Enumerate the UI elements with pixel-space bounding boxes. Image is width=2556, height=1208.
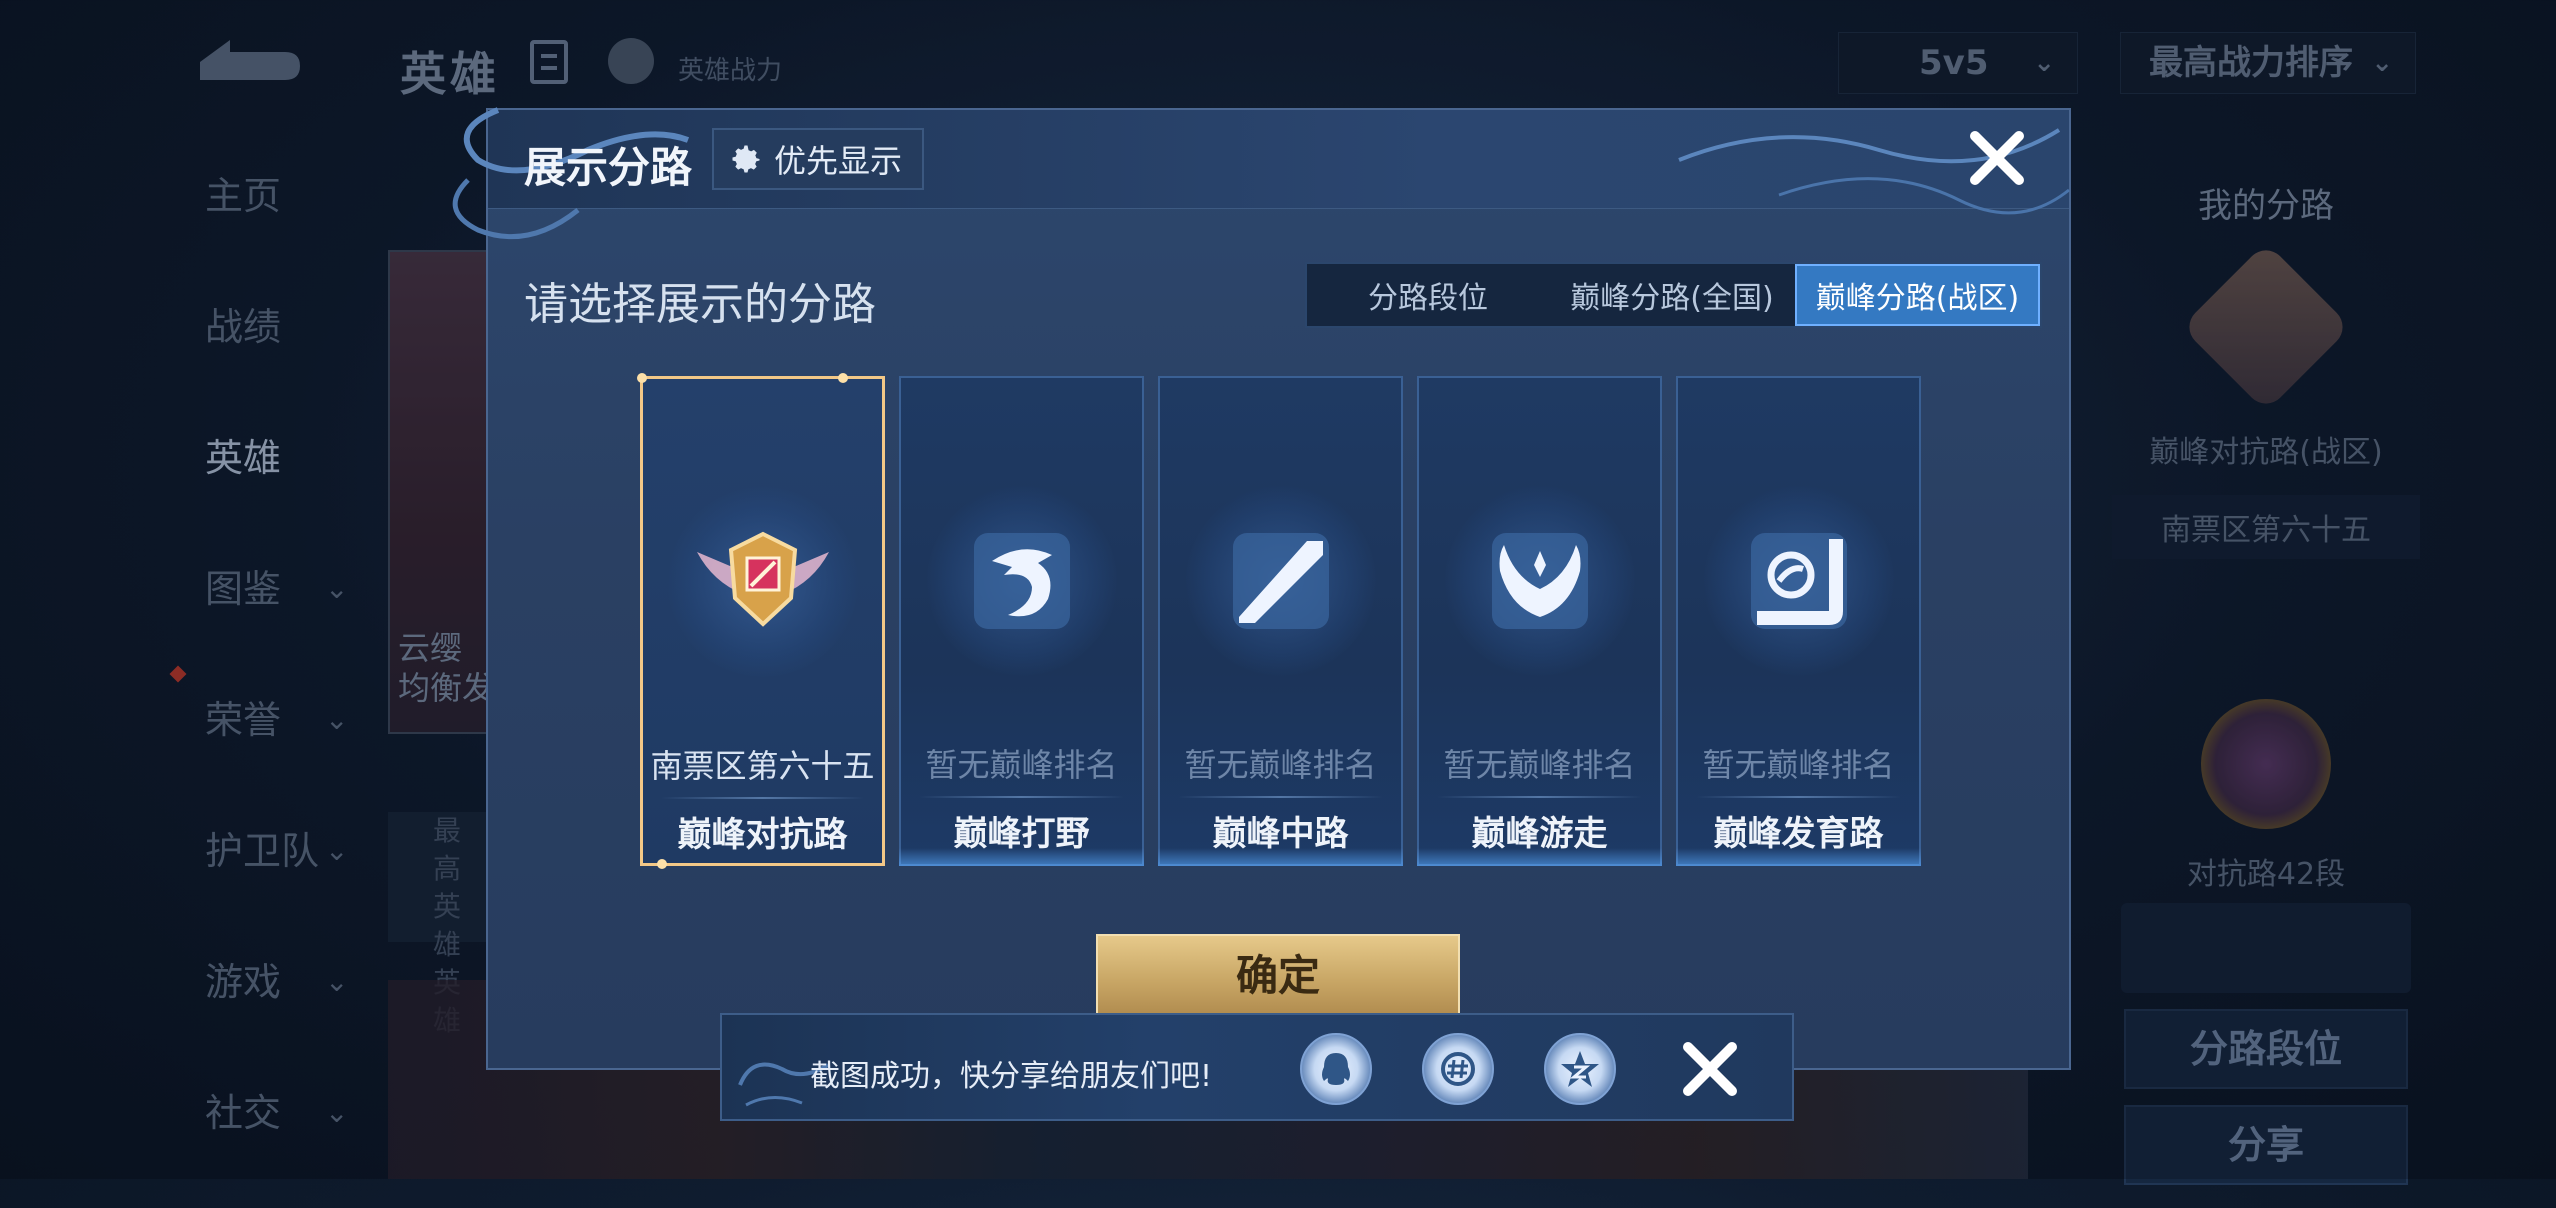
lane-card-top[interactable]: 南票区第六十五 巅峰对抗路 [637,373,885,869]
lane-cards: 南票区第六十五 巅峰对抗路 暂无巅峰排名 巅峰打野 暂无巅峰排名 巅峰中路 暂无… [637,373,1921,869]
bot-lane-icon [1750,533,1847,629]
tab-lane-rank[interactable]: 分路段位 [1307,264,1549,326]
screenshot-share-toast: 截图成功，快分享给朋友们吧! [720,1013,1794,1121]
wechat-icon [1441,1052,1475,1086]
tab-peak-national[interactable]: 巅峰分路(全国) [1549,264,1795,326]
lane-card-jungle[interactable]: 暂无巅峰排名 巅峰打野 [899,376,1144,866]
priority-display-label: 优先显示 [774,142,903,180]
corner-dot [838,373,848,383]
divider [919,796,1124,798]
lane-card-mid[interactable]: 暂无巅峰排名 巅峰中路 [1158,376,1403,866]
dialog-title: 展示分路 [524,143,693,192]
lane-card-bot[interactable]: 暂无巅峰排名 巅峰发育路 [1676,376,1921,866]
top-lane-emblem-icon [696,531,829,627]
lane-tabs: 分路段位 巅峰分路(全国) 巅峰分路(战区) [1305,262,2042,328]
lane-rank-text: 南票区第六十五 [650,747,875,785]
mid-lane-icon [1232,533,1329,629]
lane-icon-wrap [1703,486,1894,676]
tab-peak-zone[interactable]: 巅峰分路(战区) [1795,264,2040,326]
lane-card-glow [1676,848,1921,866]
lane-name: 巅峰对抗路 [677,815,848,855]
divider [1696,796,1901,798]
lane-card-roam[interactable]: 暂无巅峰排名 巅峰游走 [1417,376,1662,866]
jungle-dragon-icon [973,533,1070,629]
lane-icon-wrap [667,487,858,677]
select-lane-prompt: 请选择展示的分路 [524,279,876,330]
share-qq-button[interactable] [1300,1033,1372,1105]
confirm-button[interactable]: 确定 [1096,934,1460,1018]
roam-wings-icon [1491,533,1588,629]
lane-card-glow [899,848,1144,866]
lane-icon-wrap [1444,486,1635,676]
close-icon[interactable] [1965,126,2029,190]
qzone-icon [1561,1051,1599,1087]
lane-icon-wrap [926,486,1117,676]
show-lane-dialog: 展示分路 优先显示 请选择展示的分路 分路段位 巅峰分路(全国) 巅峰分路(战区… [452,107,2071,1070]
lane-rank-text: 暂无巅峰排名 [1184,746,1377,784]
divider [1437,796,1642,798]
gear-icon [732,145,760,173]
lane-rank-text: 暂无巅峰排名 [1702,746,1895,784]
close-icon[interactable] [1676,1035,1744,1103]
divider [1178,796,1383,798]
corner-dot [637,373,647,383]
toast-message: 截图成功，快分享给朋友们吧! [810,1059,1213,1094]
priority-display-button[interactable]: 优先显示 [712,128,925,190]
lane-rank-text: 暂无巅峰排名 [925,746,1118,784]
lane-card-glow [1158,848,1403,866]
corner-dot [657,859,667,869]
lane-card-glow [1417,848,1662,866]
lane-rank-text: 暂无巅峰排名 [1443,746,1636,784]
share-qzone-button[interactable] [1544,1033,1616,1105]
share-wechat-button[interactable] [1422,1033,1494,1105]
lane-icon-wrap [1185,486,1376,676]
divider [661,797,864,799]
qq-icon [1322,1053,1350,1085]
